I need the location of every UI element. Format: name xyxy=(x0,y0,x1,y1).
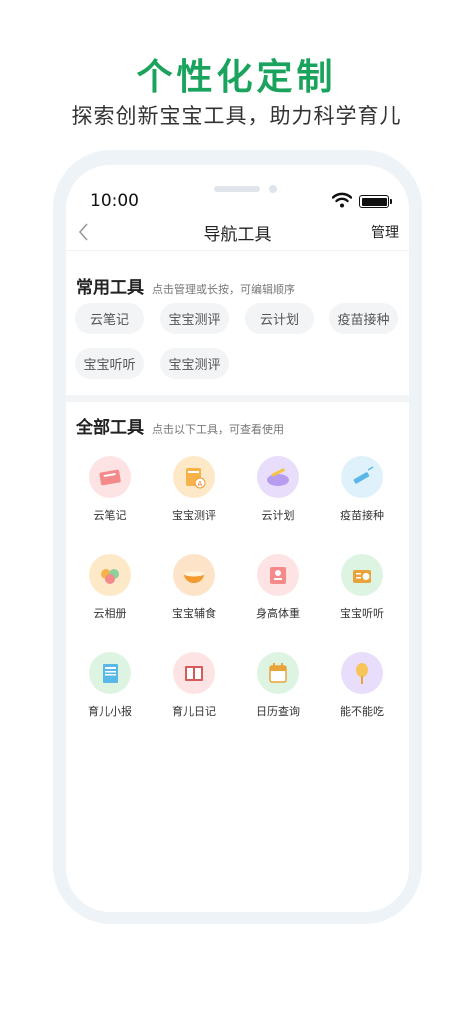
tool-label: 育儿小报 xyxy=(88,705,132,718)
promo-title: 个性化定制 xyxy=(136,57,337,98)
phone-frame: 10:00 导航工具 管理 常用工具 点击管理或长按，可编辑顺序 云笔记 宝宝测… xyxy=(53,150,422,924)
can-eat-icon xyxy=(341,652,383,694)
tool-cloud-plan[interactable]: 云计划 xyxy=(236,456,320,523)
battery-icon xyxy=(359,195,389,208)
tool-label: 宝宝辅食 xyxy=(172,607,216,620)
tool-label: 疫苗接种 xyxy=(340,509,384,522)
battery-cap xyxy=(390,199,392,204)
wifi-icon xyxy=(332,192,352,208)
nav-bar: 导航工具 管理 xyxy=(66,215,409,251)
calendar-icon xyxy=(257,652,299,694)
tool-label: 云相册 xyxy=(93,607,127,620)
tool-label: 能不能吃 xyxy=(340,705,384,718)
cloud-plan-icon xyxy=(257,456,299,498)
chip-cloud-plan[interactable]: 云计划 xyxy=(245,303,314,334)
all-tools-header: 全部工具 点击以下工具，可查看使用 xyxy=(76,413,284,438)
tool-height-weight[interactable]: 身高体重 xyxy=(236,554,320,621)
svg-text:A: A xyxy=(198,480,203,488)
tool-baby-assessment[interactable]: A 宝宝测评 xyxy=(152,456,236,523)
common-tools-title: 常用工具 xyxy=(76,278,144,298)
notch-camera xyxy=(269,185,277,193)
tool-can-eat[interactable]: 能不能吃 xyxy=(320,652,404,719)
chip-baby-listen[interactable]: 宝宝听听 xyxy=(75,348,144,379)
tool-label: 日历查询 xyxy=(256,705,300,718)
baby-assessment-icon: A xyxy=(173,456,215,498)
common-tools-header: 常用工具 点击管理或长按，可编辑顺序 xyxy=(76,273,295,298)
tool-calendar[interactable]: 日历查询 xyxy=(236,652,320,719)
tool-parenting-diary[interactable]: 育儿日记 xyxy=(152,652,236,719)
section-divider xyxy=(66,395,409,402)
chip-baby-assessment-2[interactable]: 宝宝测评 xyxy=(160,348,229,379)
all-tools-hint: 点击以下工具，可查看使用 xyxy=(152,423,284,436)
tool-label: 云计划 xyxy=(261,509,295,522)
status-time: 10:00 xyxy=(90,191,139,211)
cloud-notes-icon xyxy=(89,456,131,498)
diary-icon xyxy=(173,652,215,694)
nav-title: 导航工具 xyxy=(203,225,272,245)
tool-cloud-notes[interactable]: 云笔记 xyxy=(68,456,152,523)
tool-label: 身高体重 xyxy=(256,607,300,620)
cloud-album-icon xyxy=(89,554,131,596)
chip-baby-assessment[interactable]: 宝宝测评 xyxy=(160,303,229,334)
tool-parenting-news[interactable]: 育儿小报 xyxy=(68,652,152,719)
baby-food-icon xyxy=(173,554,215,596)
tool-label: 宝宝测评 xyxy=(172,509,216,522)
common-tools-hint: 点击管理或长按，可编辑顺序 xyxy=(152,283,295,296)
chip-cloud-notes[interactable]: 云笔记 xyxy=(75,303,144,334)
all-tools-title: 全部工具 xyxy=(76,418,144,438)
vaccine-icon xyxy=(341,456,383,498)
radio-icon xyxy=(341,554,383,596)
promo-subtitle: 探索创新宝宝工具，助力科学育儿 xyxy=(71,104,402,128)
height-weight-icon xyxy=(257,554,299,596)
tool-label: 宝宝听听 xyxy=(340,607,384,620)
tool-baby-food[interactable]: 宝宝辅食 xyxy=(152,554,236,621)
phone-screen: 10:00 导航工具 管理 常用工具 点击管理或长按，可编辑顺序 云笔记 宝宝测… xyxy=(66,165,409,912)
chip-vaccine[interactable]: 疫苗接种 xyxy=(329,303,398,334)
newspaper-icon xyxy=(89,652,131,694)
notch-speaker xyxy=(214,186,260,192)
tool-label: 育儿日记 xyxy=(172,705,216,718)
tool-baby-listen[interactable]: 宝宝听听 xyxy=(320,554,404,621)
manage-button[interactable]: 管理 xyxy=(371,222,399,242)
tool-label: 云笔记 xyxy=(93,509,127,522)
tool-cloud-album[interactable]: 云相册 xyxy=(68,554,152,621)
tool-vaccine[interactable]: 疫苗接种 xyxy=(320,456,404,523)
